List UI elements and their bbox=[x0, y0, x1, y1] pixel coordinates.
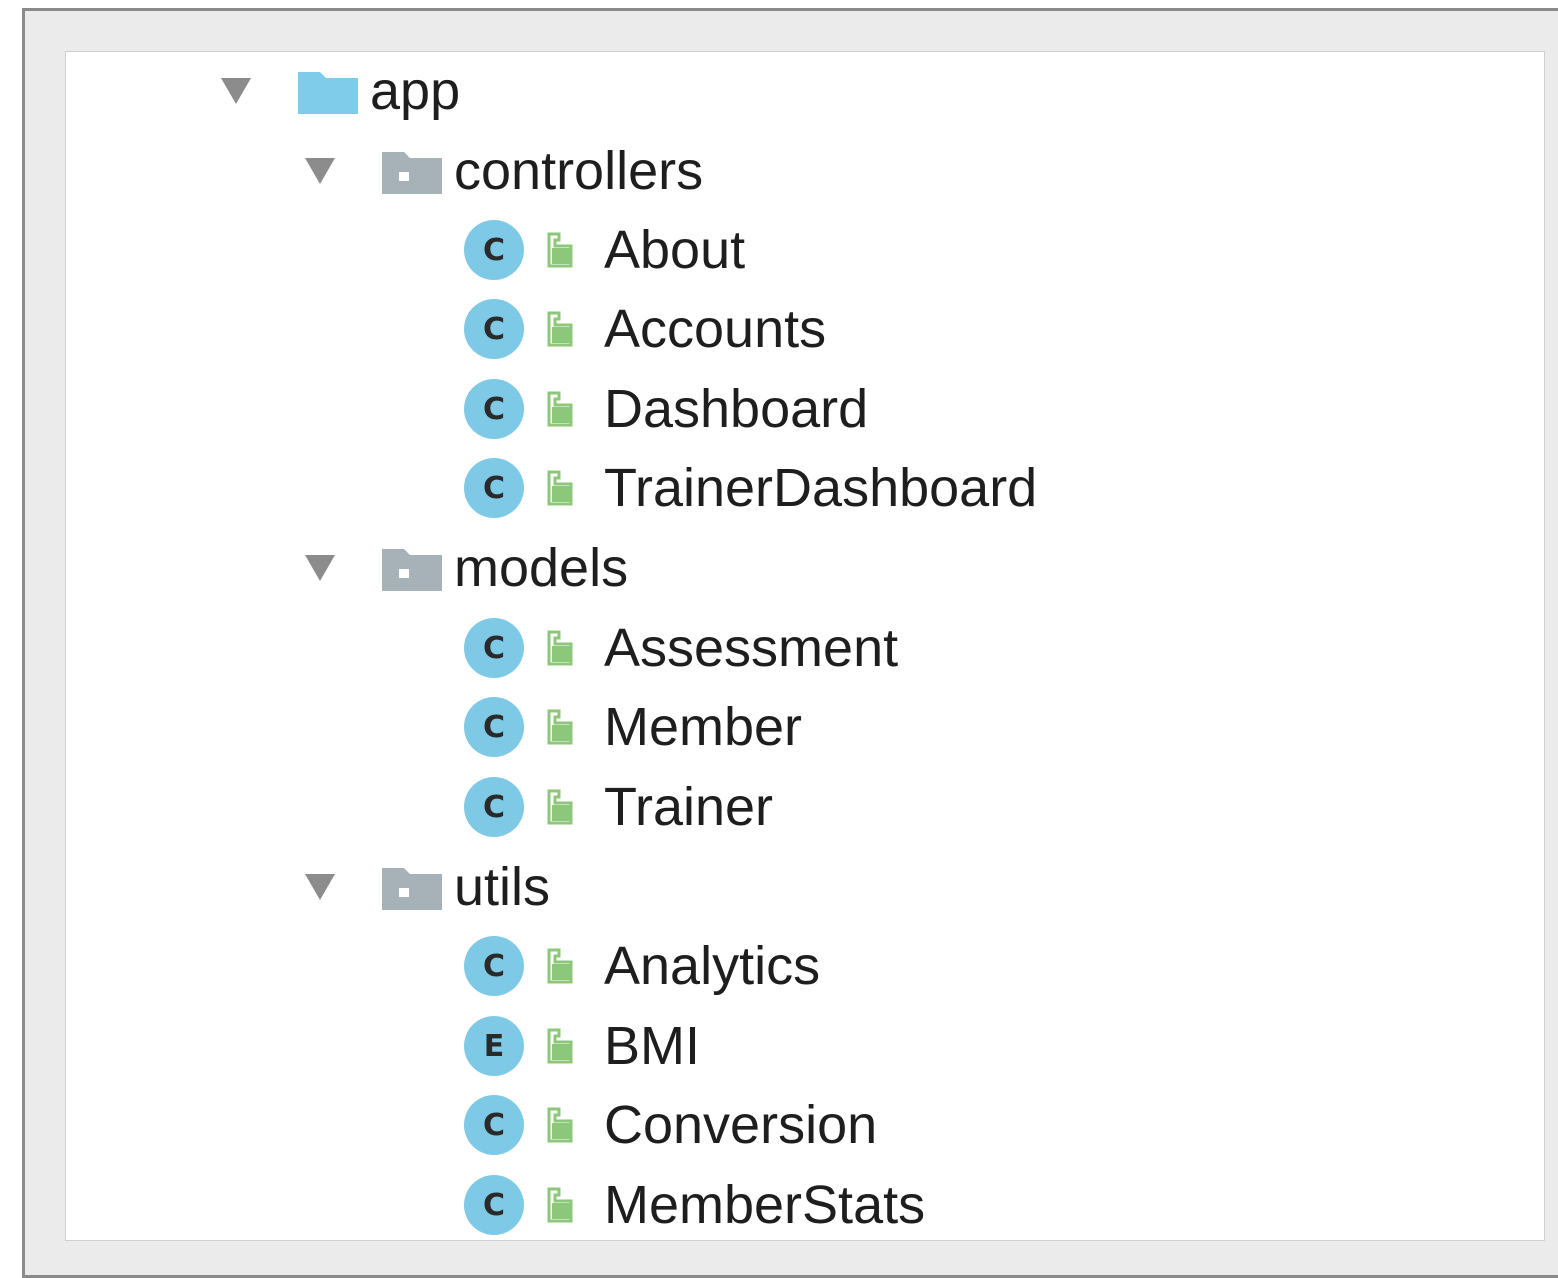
tree-leaf-label: Dashboard bbox=[604, 379, 869, 439]
expand-arrow-icon[interactable] bbox=[300, 553, 340, 583]
tree-leaf-analytics[interactable]: C Analytics bbox=[464, 926, 820, 1006]
class-icon: C bbox=[464, 618, 524, 678]
lock-icon bbox=[544, 787, 576, 827]
tree-leaf-label: MemberStats bbox=[604, 1175, 926, 1235]
class-icon: C bbox=[464, 1095, 524, 1155]
class-icon: C bbox=[464, 458, 524, 518]
tree-leaf-trainer[interactable]: C Trainer bbox=[464, 767, 773, 847]
project-tree-panel: app controllers C About C Accounts C Das… bbox=[65, 51, 1545, 1241]
tree-node-label: models bbox=[454, 538, 629, 598]
tree-node-app[interactable]: app bbox=[216, 51, 460, 131]
tree-leaf-label: Analytics bbox=[604, 936, 821, 996]
lock-icon bbox=[544, 707, 576, 747]
lock-icon bbox=[544, 230, 576, 270]
tree-leaf-assessment[interactable]: C Assessment bbox=[464, 608, 898, 688]
tree-leaf-label: Trainer bbox=[604, 777, 774, 837]
project-tree-window: app controllers C About C Accounts C Das… bbox=[22, 8, 1558, 1278]
expand-arrow-icon[interactable] bbox=[216, 76, 256, 106]
class-icon: C bbox=[464, 379, 524, 439]
lock-icon bbox=[544, 389, 576, 429]
tree-node-controllers[interactable]: controllers bbox=[300, 131, 703, 211]
tree-leaf-about[interactable]: C About bbox=[464, 210, 745, 290]
expand-arrow-icon[interactable] bbox=[300, 156, 340, 186]
tree-node-label: controllers bbox=[454, 141, 704, 201]
tree-leaf-memberstats[interactable]: C MemberStats bbox=[464, 1165, 925, 1245]
project-tree: app controllers C About C Accounts C Das… bbox=[66, 52, 1544, 1240]
lock-icon bbox=[544, 309, 576, 349]
tree-leaf-member[interactable]: C Member bbox=[464, 687, 802, 767]
package-folder-icon bbox=[382, 864, 442, 910]
class-icon: C bbox=[464, 299, 524, 359]
tree-leaf-label: About bbox=[604, 220, 746, 280]
lock-icon bbox=[544, 1185, 576, 1225]
tree-leaf-dashboard[interactable]: C Dashboard bbox=[464, 369, 868, 449]
lock-icon bbox=[544, 1026, 576, 1066]
class-icon: C bbox=[464, 220, 524, 280]
tree-leaf-conversion[interactable]: C Conversion bbox=[464, 1085, 877, 1165]
class-icon: C bbox=[464, 697, 524, 757]
tree-leaf-label: BMI bbox=[604, 1016, 701, 1076]
tree-leaf-label: Member bbox=[604, 697, 803, 757]
tree-leaf-bmi[interactable]: E BMI bbox=[464, 1006, 700, 1086]
tree-node-utils[interactable]: utils bbox=[300, 847, 550, 927]
tree-leaf-label: Conversion bbox=[604, 1095, 878, 1155]
tree-leaf-label: TrainerDashboard bbox=[604, 458, 1038, 518]
tree-leaf-label: Assessment bbox=[604, 618, 899, 678]
folder-icon bbox=[298, 68, 358, 114]
tree-node-label: app bbox=[370, 61, 461, 121]
tree-leaf-trainerdashboard[interactable]: C TrainerDashboard bbox=[464, 448, 1037, 528]
lock-icon bbox=[544, 1105, 576, 1145]
class-icon: C bbox=[464, 777, 524, 837]
enum-icon: E bbox=[464, 1016, 524, 1076]
package-folder-icon bbox=[382, 148, 442, 194]
lock-icon bbox=[544, 946, 576, 986]
lock-icon bbox=[544, 628, 576, 668]
expand-arrow-icon[interactable] bbox=[300, 872, 340, 902]
class-icon: C bbox=[464, 1175, 524, 1235]
tree-leaf-label: Accounts bbox=[604, 299, 827, 359]
class-icon: C bbox=[464, 936, 524, 996]
tree-leaf-accounts[interactable]: C Accounts bbox=[464, 289, 826, 369]
tree-node-models[interactable]: models bbox=[300, 528, 628, 608]
package-folder-icon bbox=[382, 545, 442, 591]
lock-icon bbox=[544, 468, 576, 508]
tree-node-label: utils bbox=[454, 857, 551, 917]
